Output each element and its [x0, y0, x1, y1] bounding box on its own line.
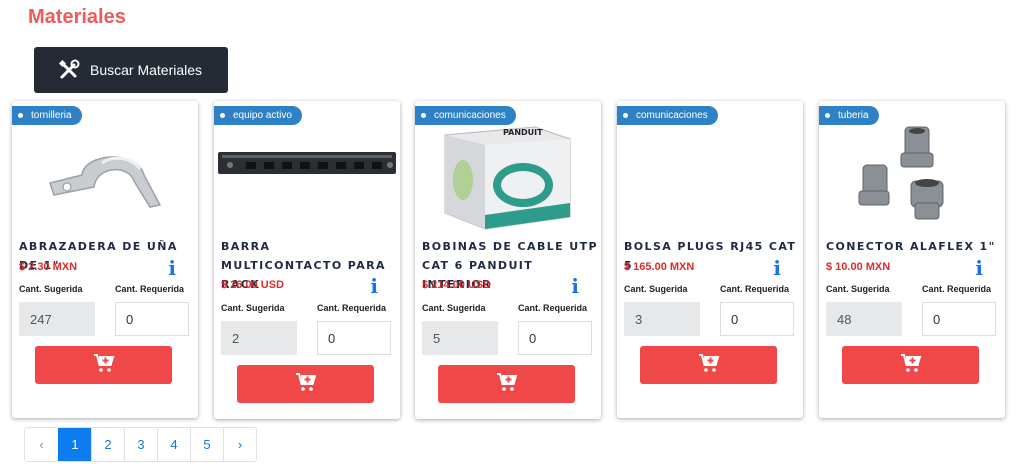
required-qty-label: Cant. Requerida — [518, 303, 588, 313]
pagination-page-4[interactable]: 4 — [157, 428, 190, 461]
cart-plus-icon — [698, 353, 720, 378]
category-badge: equipo activo — [214, 106, 302, 125]
required-qty-label: Cant. Requerida — [720, 284, 790, 294]
product-image — [12, 125, 198, 233]
info-icon[interactable]: i — [571, 274, 579, 298]
add-to-cart-button[interactable] — [842, 346, 979, 384]
cart-plus-icon — [93, 353, 115, 378]
suggested-qty-field: 247 — [19, 302, 95, 336]
info-icon[interactable]: i — [370, 274, 378, 298]
category-badge: tuberia — [819, 106, 879, 125]
product-price: $ 165.00 MXN — [624, 261, 695, 273]
product-price: $ 214.00 USD — [422, 279, 492, 291]
info-icon[interactable]: i — [975, 256, 983, 280]
product-card: comunicaciones BOLSA PLUGS RJ45 CAT 5 $ … — [617, 101, 803, 418]
product-image — [819, 125, 1005, 233]
required-qty-label: Cant. Requerida — [115, 284, 185, 294]
pagination-page-1[interactable]: 1 — [58, 428, 91, 461]
suggested-qty-label: Cant. Sugerida — [221, 303, 285, 313]
pagination-next[interactable]: › — [223, 428, 256, 461]
suggested-qty-label: Cant. Sugerida — [422, 303, 486, 313]
info-icon[interactable]: i — [168, 256, 176, 280]
pagination-page-3[interactable]: 3 — [124, 428, 157, 461]
tools-icon — [58, 59, 80, 81]
required-qty-label: Cant. Requerida — [922, 284, 992, 294]
search-materials-label: Buscar Materiales — [90, 62, 203, 78]
pagination-page-5[interactable]: 5 — [190, 428, 223, 461]
category-badge: tornilleria — [12, 106, 82, 125]
category-badge: comunicaciones — [617, 106, 718, 125]
pagination-page-2[interactable]: 2 — [91, 428, 124, 461]
search-materials-button[interactable]: Buscar Materiales — [34, 47, 228, 93]
required-qty-input[interactable]: 0 — [317, 321, 391, 355]
add-to-cart-button[interactable] — [438, 365, 575, 403]
product-image — [617, 125, 803, 233]
product-price: $ 10.00 MXN — [826, 261, 891, 273]
cart-plus-icon — [900, 353, 922, 378]
cart-plus-icon — [295, 372, 317, 397]
suggested-qty-field: 2 — [221, 321, 297, 355]
product-image — [214, 125, 400, 233]
product-price: $ 2.30 MXN — [19, 261, 78, 273]
required-qty-input[interactable]: 0 — [922, 302, 996, 336]
product-price: $ 26.00 USD — [221, 279, 284, 291]
pagination: ‹ 1 2 3 4 5 › — [24, 427, 257, 462]
required-qty-input[interactable]: 0 — [720, 302, 794, 336]
product-card: tornilleria ABRAZADERA DE UÑA DE 1" $ 2.… — [12, 101, 198, 418]
product-card: tuberia CONECTOR ALAFLEX 1" $ 10.00 MXN … — [819, 101, 1005, 418]
suggested-qty-label: Cant. Sugerida — [826, 284, 890, 294]
page-title: Materiales — [28, 6, 126, 28]
add-to-cart-button[interactable] — [35, 346, 172, 384]
product-card: comunicaciones PANDUIT BOBINAS DE CABLE … — [415, 101, 601, 419]
category-badge: comunicaciones — [415, 106, 516, 125]
suggested-qty-field: 48 — [826, 302, 902, 336]
add-to-cart-button[interactable] — [237, 365, 374, 403]
info-icon[interactable]: i — [773, 256, 781, 280]
suggested-qty-label: Cant. Sugerida — [19, 284, 83, 294]
required-qty-label: Cant. Requerida — [317, 303, 387, 313]
suggested-qty-label: Cant. Sugerida — [624, 284, 688, 294]
product-image: PANDUIT — [415, 125, 601, 233]
add-to-cart-button[interactable] — [640, 346, 777, 384]
pagination-prev[interactable]: ‹ — [25, 428, 58, 461]
required-qty-input[interactable]: 0 — [115, 302, 189, 336]
box-brand-text: PANDUIT — [503, 128, 543, 137]
suggested-qty-field: 3 — [624, 302, 700, 336]
product-card: equipo activo BARRA MULTICONTACTO PARA R… — [214, 101, 400, 419]
product-name: CONECTOR ALAFLEX 1" — [826, 240, 996, 253]
cart-plus-icon — [496, 372, 518, 397]
required-qty-input[interactable]: 0 — [518, 321, 592, 355]
suggested-qty-field: 5 — [422, 321, 498, 355]
